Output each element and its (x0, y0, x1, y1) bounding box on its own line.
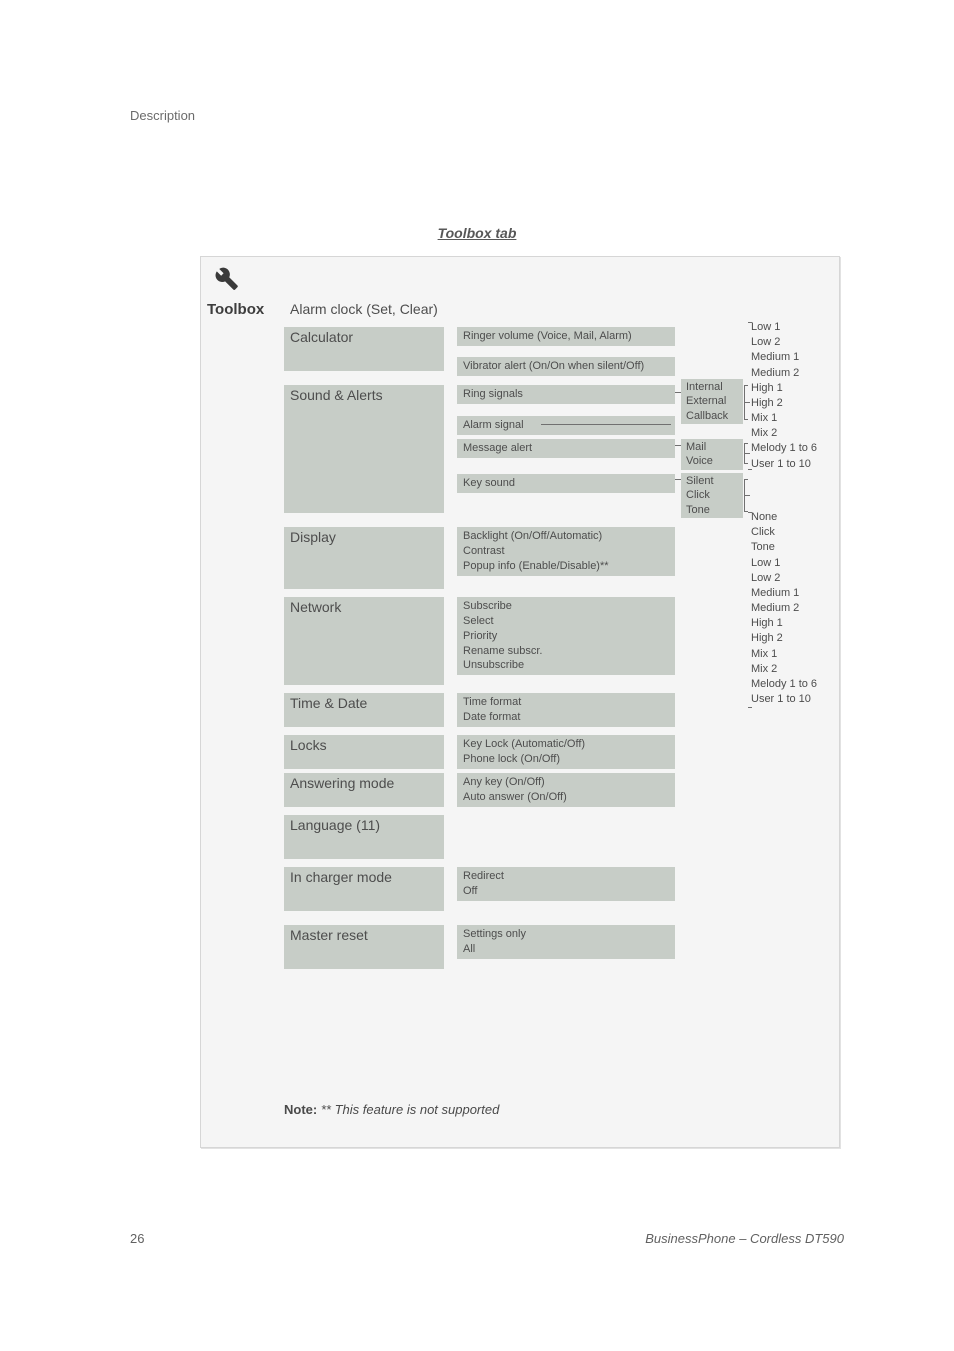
key-sound-options: Silent Click Tone (681, 473, 743, 518)
opt-ring-signals: Ring signals (457, 385, 675, 404)
product-name: BusinessPhone – Cordless DT590 (645, 1231, 844, 1246)
menu-answering-mode: Answering mode (284, 773, 444, 807)
connector-line (541, 424, 671, 425)
connector-line (744, 479, 748, 480)
ring-signal-targets: Internal External Callback (681, 379, 743, 424)
connector-line (748, 322, 752, 323)
opt-vibrator-alert: Vibrator alert (On/On when silent/Off) (457, 357, 675, 376)
toolbox-diagram: Toolbox Alarm clock (Set, Clear) Calcula… (200, 256, 840, 1148)
opt-answering-lines: Any key (On/Off) Auto answer (On/Off) (457, 773, 675, 807)
connector-line (675, 479, 681, 480)
toolbox-column-header: Toolbox (207, 301, 264, 318)
menu-sound-alerts: Sound & Alerts (284, 385, 444, 513)
menu-language: Language (11) (284, 815, 444, 859)
opt-time-date-lines: Time format Date format (457, 693, 675, 727)
menu-display: Display (284, 527, 444, 589)
connector-line (675, 392, 681, 393)
menu-calculator: Calculator (284, 327, 444, 371)
page-number: 26 (130, 1231, 144, 1246)
wrench-icon (211, 263, 239, 291)
note-body: This feature is not supported (335, 1102, 500, 1117)
volume-level-list: Low 1 Low 2 Medium 1 Medium 2 High 1 Hig… (751, 320, 835, 472)
opt-alarm-signal: Alarm signal (457, 416, 675, 435)
menu-time-date: Time & Date (284, 693, 444, 727)
connector-line (744, 385, 748, 386)
menu-alarm-clock: Alarm clock (Set, Clear) (284, 299, 444, 319)
connector-line (675, 445, 681, 446)
message-alert-targets: Mail Voice (681, 439, 743, 470)
opt-message-alert: Message alert (457, 439, 675, 458)
page-footer: 26 BusinessPhone – Cordless DT590 (130, 1231, 844, 1246)
connector-line (744, 419, 748, 420)
menu-in-charger-mode: In charger mode (284, 867, 444, 911)
connector-line (744, 443, 748, 444)
menu-network: Network (284, 597, 444, 685)
opt-display-lines: Backlight (On/Off/Automatic) Contrast Po… (457, 527, 675, 576)
opt-master-reset-lines: Settings only All (457, 925, 675, 959)
opt-key-sound: Key sound (457, 474, 675, 493)
opt-in-charger-lines: Redirect Off (457, 867, 675, 901)
connector-line (748, 707, 752, 708)
connector-line (748, 469, 752, 470)
connector-line (744, 453, 750, 454)
connector-line (744, 495, 750, 496)
connector-line (744, 463, 748, 464)
connector-line (744, 402, 750, 403)
note-prefix: Note: (284, 1102, 321, 1117)
opt-ringer-volume: Ringer volume (Voice, Mail, Alarm) (457, 327, 675, 346)
menu-master-reset: Master reset (284, 925, 444, 969)
opt-locks-lines: Key Lock (Automatic/Off) Phone lock (On/… (457, 735, 675, 769)
page-header-description: Description (130, 108, 195, 123)
key-sound-level-list: None Click Tone Low 1 Low 2 Medium 1 Med… (751, 510, 835, 707)
note-stars: ** (321, 1102, 335, 1117)
opt-network-lines: Subscribe Select Priority Rename subscr.… (457, 597, 675, 675)
section-title-toolbox-tab: Toolbox tab (438, 225, 517, 241)
menu-locks: Locks (284, 735, 444, 769)
connector-line (748, 512, 752, 513)
note-text: Note: ** This feature is not supported (284, 1102, 499, 1117)
